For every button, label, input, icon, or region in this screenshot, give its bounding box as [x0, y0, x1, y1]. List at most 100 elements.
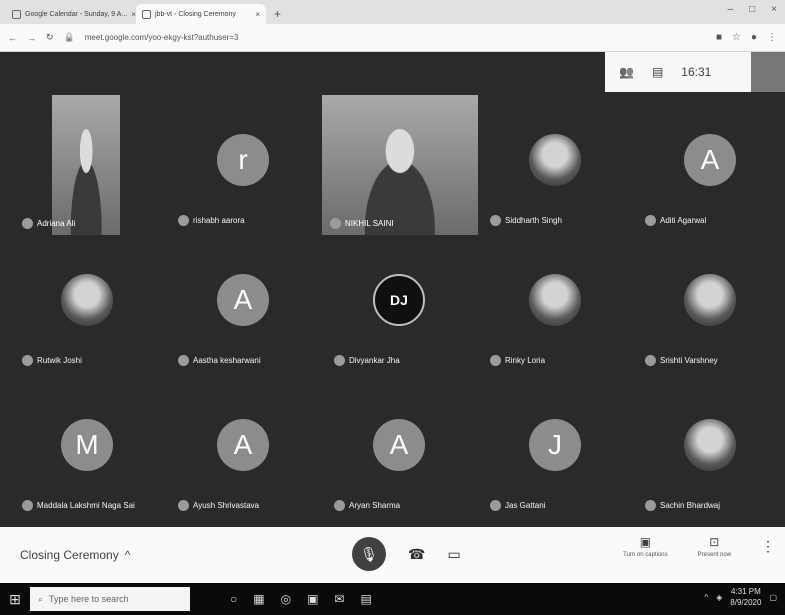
close-tab-icon[interactable]: × [255, 10, 260, 19]
star-icon[interactable]: ☆ [732, 32, 741, 43]
present-now-button[interactable]: ⊡ Present now [698, 535, 731, 558]
search-icon: ⌕ [38, 593, 44, 604]
meet-stage: 👥 ▤ 16:31 Adriana Ali r rishabh aarora N… [0, 52, 785, 527]
chat-icon[interactable]: ▤ [652, 65, 663, 79]
participant-name: Divyankar Jha [334, 355, 400, 366]
hang-up-button[interactable]: ☎ [408, 546, 425, 563]
microphone-button[interactable]: 🎙 [352, 537, 386, 571]
minimize-button[interactable]: – [728, 4, 734, 15]
participant-tile[interactable]: A Aditi Agarwal [635, 112, 785, 232]
participant-name: rishabh aarora [178, 215, 245, 226]
avatar: A [373, 419, 425, 471]
camera-permission-icon[interactable]: ■ [716, 32, 722, 43]
meeting-details-button[interactable]: Closing Ceremony ^ [20, 548, 130, 562]
self-view-thumbnail[interactable] [751, 52, 785, 92]
avatar: M [61, 419, 113, 471]
reload-icon[interactable]: ↻ [46, 32, 54, 43]
new-tab-button[interactable]: + [266, 7, 289, 24]
meeting-title: Closing Ceremony [20, 548, 119, 562]
mic-icon [645, 355, 656, 366]
avatar: A [217, 274, 269, 326]
mic-icon [490, 500, 501, 511]
tray-chevron-icon[interactable]: ^ [704, 593, 708, 602]
notification-icon[interactable]: ▢ [769, 593, 777, 602]
word-icon[interactable]: ▤ [360, 592, 371, 606]
taskbar-search[interactable]: ⌕ Type here to search [30, 587, 190, 611]
participant-tile[interactable]: A Ayush Shrivastava [168, 397, 318, 517]
meet-top-bar: 👥 ▤ 16:31 [605, 52, 785, 92]
more-options-icon[interactable]: ⋮ [761, 538, 775, 555]
mic-icon [334, 355, 345, 366]
participant-tile[interactable]: A Aryan Sharma [324, 397, 474, 517]
participant-name-label: Rutwik Joshi [37, 356, 82, 365]
participant-video-tile[interactable]: NIKHIL SAINI [322, 95, 478, 235]
mic-icon [22, 218, 33, 229]
participant-name: Ayush Shrivastava [178, 500, 259, 511]
participant-name-label: Sachin Bhardwaj [660, 501, 721, 510]
avatar [61, 274, 113, 326]
participant-name-label: Siddharth Singh [505, 216, 562, 225]
maximize-button[interactable]: □ [749, 4, 755, 15]
right-controls: ▣ Turn on captions ⊡ Present now ⋮ [623, 535, 775, 558]
tab-google-calendar[interactable]: Google Calendar - Sunday, 9 A... × [6, 4, 136, 24]
participant-tile[interactable]: A Aastha kesharwani [168, 252, 318, 372]
participant-name-label: rishabh aarora [193, 216, 245, 225]
participant-name: Siddharth Singh [490, 215, 562, 226]
task-view-icon[interactable]: ○ [230, 592, 237, 606]
participant-tile[interactable]: J Jas Gattani [480, 397, 630, 517]
tab-label: Google Calendar - Sunday, 9 A... [25, 10, 128, 18]
avatar: J [529, 419, 581, 471]
tab-label: jbb-vt - Closing Ceremony [155, 10, 236, 18]
address-bar: ← → ↻ 🔒 meet.google.com/yoo-ekgy-kst?aut… [0, 24, 785, 52]
participant-video-tile[interactable]: Adriana Ali [22, 95, 120, 235]
captions-label: Turn on captions [623, 552, 668, 558]
meet-favicon-icon [142, 9, 151, 19]
camera-button[interactable]: ▭ [447, 546, 460, 563]
back-icon[interactable]: ← [8, 33, 17, 43]
url-field[interactable]: meet.google.com/yoo-ekgy-kst?authuser=3 [85, 33, 706, 42]
participant-tile[interactable]: Rutwik Joshi [12, 252, 162, 372]
participant-tile[interactable]: Rinky Loria [480, 252, 630, 372]
chevron-up-icon: ^ [124, 548, 131, 562]
participant-name: Sachin Bhardwaj [645, 500, 720, 511]
tab-closing-ceremony[interactable]: jbb-vt - Closing Ceremony × [136, 4, 266, 24]
taskbar-clock[interactable]: 4:31 PM 8/9/2020 [730, 586, 761, 608]
participant-name-label: Srishti Varshney [660, 356, 718, 365]
network-icon[interactable]: ◈ [716, 593, 722, 602]
participant-name: Maddala Lakshmi Naga Sai [22, 500, 135, 511]
browser-menu-icon[interactable]: ⋮ [767, 32, 777, 43]
mic-icon [334, 500, 345, 511]
chrome-icon[interactable]: ◎ [281, 592, 291, 606]
participant-name: Adriana Ali [22, 218, 75, 229]
forward-icon[interactable]: → [27, 33, 36, 43]
participant-name: Srishti Varshney [645, 355, 718, 366]
participant-tile[interactable]: Siddharth Singh [480, 112, 630, 232]
participant-tile[interactable]: Srishti Varshney [635, 252, 785, 372]
windows-start-icon[interactable]: ⊞ [0, 591, 30, 608]
profile-icon[interactable]: ● [751, 32, 757, 43]
avatar [684, 274, 736, 326]
participant-tile[interactable]: r rishabh aarora [168, 112, 318, 232]
close-window-button[interactable]: × [771, 4, 777, 15]
participant-name-label: Divyankar Jha [349, 356, 400, 365]
mic-icon [645, 500, 656, 511]
mic-icon [178, 500, 189, 511]
mic-icon [490, 355, 501, 366]
participant-name-label: Aryan Sharma [349, 501, 401, 510]
browser-tab-strip: Google Calendar - Sunday, 9 A... × jbb-v… [0, 0, 785, 24]
participant-name-label: Maddala Lakshmi Naga Sai [37, 501, 135, 510]
participant-tile[interactable]: M Maddala Lakshmi Naga Sai [12, 397, 162, 517]
present-icon: ⊡ [709, 535, 720, 549]
mic-icon [178, 215, 189, 226]
participant-tile[interactable]: DJ Divyankar Jha [324, 252, 474, 372]
file-explorer-icon[interactable]: ▦ [253, 592, 264, 606]
store-icon[interactable]: ▣ [307, 592, 318, 606]
participant-tile[interactable]: Sachin Bhardwaj [635, 397, 785, 517]
participant-name: Jas Gattani [490, 500, 545, 511]
people-icon[interactable]: 👥 [619, 65, 634, 79]
captions-button[interactable]: ▣ Turn on captions [623, 535, 667, 558]
meeting-clock: 16:31 [681, 65, 712, 79]
mail-icon[interactable]: ✉ [334, 592, 344, 606]
captions-icon: ▣ [639, 535, 652, 549]
participant-name: Aditi Agarwal [645, 215, 706, 226]
